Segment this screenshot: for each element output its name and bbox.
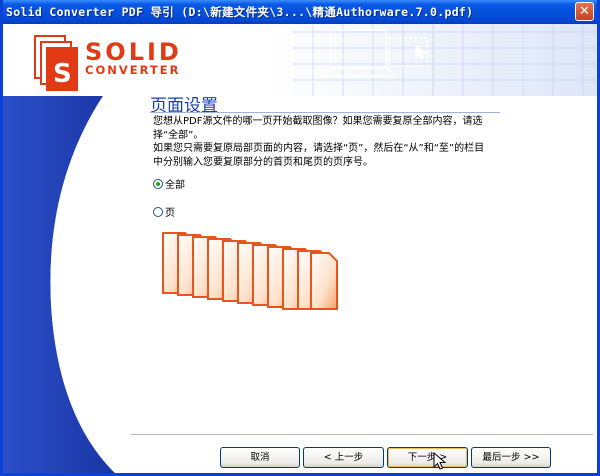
logo-word-converter: CONVERTER <box>85 63 181 77</box>
page-icon <box>310 252 338 310</box>
cancel-button[interactable]: 取消 <box>220 447 300 468</box>
radio-all-pages[interactable]: 全部 <box>153 176 185 191</box>
radio-button[interactable] <box>153 206 163 217</box>
pages-illustration <box>162 232 338 310</box>
instruction-text: 您想从PDF源文件的哪一页开始截取图像？如果您需要复原全部内容，请选择“全部”。 <box>153 116 483 141</box>
wizard-client-area: S SOLID CONVERTER 页面设置 您想从PDF源文件的哪一页开始截取… <box>3 24 597 473</box>
finish-button[interactable]: 最后一步 >> <box>471 447 551 468</box>
title-bar[interactable]: Solid Converter PDF 导引 (D:\新建文件夹\3...\精通… <box>3 0 597 24</box>
close-icon: ✕ <box>579 4 590 19</box>
radio-label-pages: 页 <box>165 208 175 219</box>
title-divider <box>150 112 500 113</box>
wizard-window: Solid Converter PDF 导引 (D:\新建文件夹\3...\精通… <box>0 0 600 476</box>
close-button[interactable]: ✕ <box>575 2 594 21</box>
svg-text:S: S <box>53 59 72 89</box>
solid-converter-logo: S <box>34 35 78 91</box>
logo-word-solid: SOLID <box>85 38 182 66</box>
back-button[interactable]: < 上一步 <box>303 447 384 468</box>
radio-page-range[interactable]: 页 <box>153 204 175 219</box>
button-divider <box>131 434 593 435</box>
window-title: Solid Converter PDF 导引 (D:\新建文件夹\3...\精通… <box>6 5 474 19</box>
radio-button-selected[interactable] <box>153 178 163 189</box>
logo-text: SOLID CONVERTER <box>85 40 182 77</box>
instruction-text-pages: 如果您只需要复原局部页面的内容，请选择“页”，然后在“从”和“至”的栏目中分别输… <box>153 143 485 168</box>
mouse-cursor-icon <box>433 452 447 470</box>
radio-label-all: 全部 <box>165 180 185 191</box>
next-button[interactable]: 下一步 > <box>387 447 468 468</box>
